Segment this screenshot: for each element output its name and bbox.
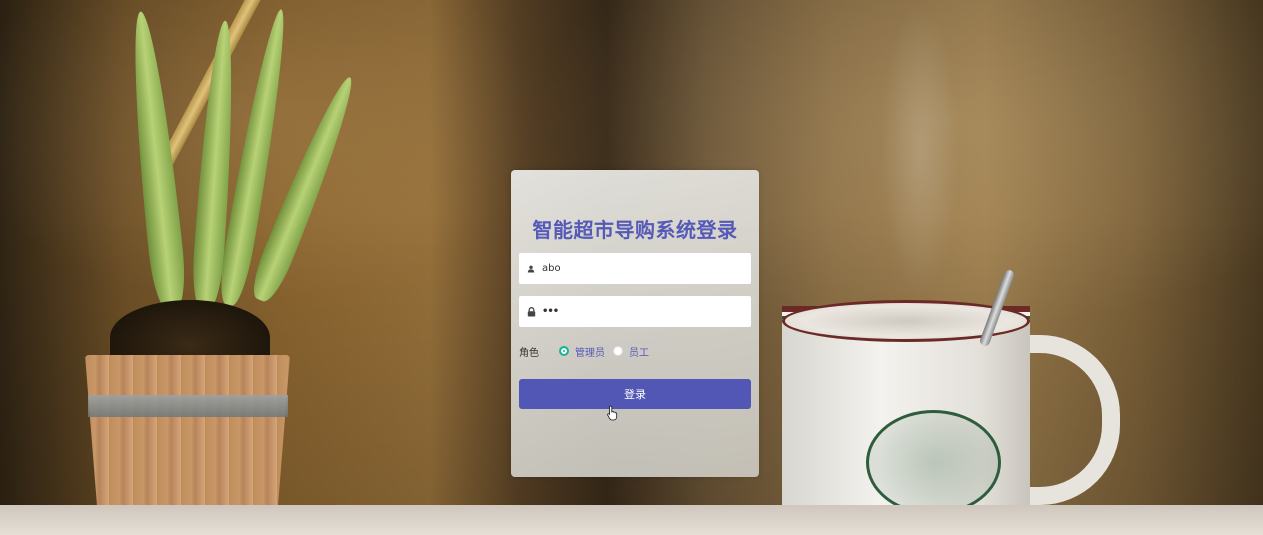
background-mug-emblem: [866, 410, 1001, 515]
password-input[interactable]: [542, 306, 742, 317]
lock-icon: [526, 306, 536, 317]
login-form: 智能超市导购系统登录 角色 管理员: [511, 170, 759, 477]
background-table: [0, 505, 1263, 535]
password-field[interactable]: [519, 296, 751, 327]
user-icon: [526, 264, 536, 274]
role-label: 角色: [519, 347, 539, 359]
role-admin-radio[interactable]: [559, 346, 569, 356]
role-staff-radio[interactable]: [613, 346, 623, 356]
login-button[interactable]: 登录: [519, 379, 751, 409]
username-field[interactable]: [519, 253, 751, 284]
username-input[interactable]: [542, 263, 742, 274]
login-title: 智能超市导购系统登录: [532, 218, 738, 242]
login-page: 智能超市导购系统登录 角色 管理员: [0, 0, 1263, 535]
role-staff-label[interactable]: 员工: [629, 344, 649, 359]
role-admin-label[interactable]: 管理员: [575, 344, 605, 359]
background-steam: [880, 0, 960, 300]
role-selector: 角色 管理员 员工: [519, 343, 649, 359]
hand-pointer-icon: [607, 405, 619, 421]
background-pot-band: [88, 395, 288, 417]
